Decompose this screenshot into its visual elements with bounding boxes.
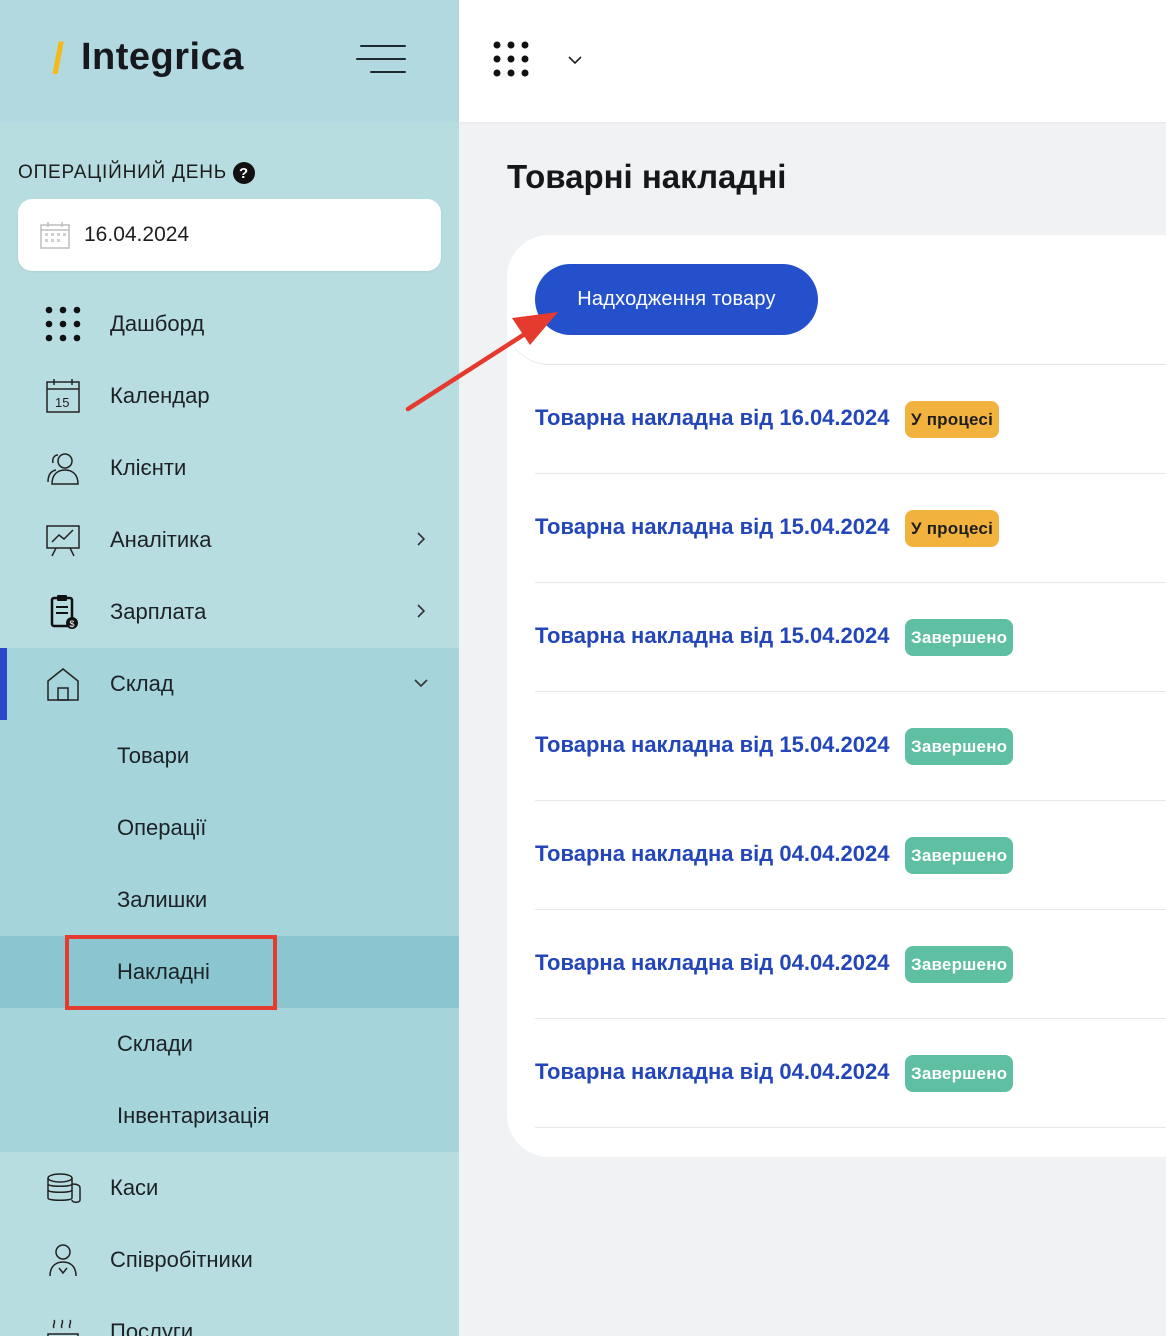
menu-toggle-icon[interactable] [356, 42, 406, 76]
sidebar-item-calendar[interactable]: 15 Календар [0, 360, 459, 432]
clients-icon [47, 453, 79, 485]
invoice-row: Товарна накладна від 04.04.2024 Завершено [535, 801, 1166, 910]
status-badge: Завершено [905, 1055, 1014, 1092]
sidebar-item-dashboard[interactable]: Дашборд [0, 288, 459, 360]
calendar-small-icon [40, 222, 70, 249]
chevron-down-icon [414, 679, 428, 688]
submenu-item-label: Склади [117, 1031, 193, 1056]
warehouse-icon [47, 668, 79, 701]
chevron-down-icon[interactable] [566, 51, 584, 69]
warehouse-submenu: Товари Операції Залишки Накладні Склади … [0, 648, 459, 1152]
sidebar-item-label: Аналітика [110, 527, 212, 552]
help-icon[interactable]: ? [233, 162, 256, 184]
status-badge: Завершено [905, 619, 1014, 656]
sidebar-item-employees[interactable]: Співробітники [0, 1224, 459, 1296]
sidebar-item-label: Дашборд [110, 311, 205, 336]
status-badge: Завершено [905, 728, 1014, 765]
submenu-item-label: Операції [117, 815, 207, 840]
sidebar-item-label: Клієнти [110, 455, 187, 480]
salary-icon: $ [50, 595, 78, 629]
invoice-link[interactable]: Товарна накладна від 04.04.2024 [535, 1059, 889, 1085]
page-title: Товарні накладні [507, 158, 787, 195]
status-badge: У процесі [905, 401, 999, 438]
invoice-row: Товарна накладна від 04.04.2024 Завершено [535, 910, 1166, 1019]
invoice-link[interactable]: Товарна накладна від 04.04.2024 [535, 841, 889, 867]
dashboard-grid-icon [45, 306, 81, 342]
top-bar [459, 0, 1166, 122]
sidebar-item-label: Зарплата [110, 599, 207, 624]
submenu-item-balances[interactable]: Залишки [0, 864, 459, 936]
analytics-icon [46, 525, 80, 557]
submenu-item-operations[interactable]: Операції [0, 792, 459, 864]
sidebar-item-label: Календар [110, 383, 210, 408]
sidebar-item-label: Каси [110, 1175, 159, 1200]
submenu-item-label: Інвентаризація [117, 1103, 270, 1128]
invoice-link[interactable]: Товарна накладна від 15.04.2024 [535, 732, 889, 758]
chevron-right-icon [417, 532, 426, 546]
invoice-link[interactable]: Товарна накладна від 15.04.2024 [535, 514, 889, 540]
status-badge: У процесі [905, 510, 999, 547]
sidebar-item-clients[interactable]: Клієнти [0, 432, 459, 504]
submenu-item-goods[interactable]: Товари [0, 720, 459, 792]
brand-logo-text[interactable]: Integrica [81, 36, 244, 79]
sidebar-item-services[interactable]: Послуги [0, 1296, 459, 1336]
chevron-right-icon [417, 604, 426, 618]
submenu-item-label: Залишки [117, 887, 208, 912]
invoice-row: Товарна накладна від 16.04.2024 У процесі [535, 365, 1166, 474]
invoice-row: Товарна накладна від 15.04.2024 Завершено [535, 692, 1166, 801]
status-badge: Завершено [905, 837, 1014, 874]
employees-icon [49, 1244, 77, 1277]
invoice-row: Товарна накладна від 15.04.2024 Завершено [535, 583, 1166, 692]
svg-text:$: $ [70, 619, 75, 629]
calendar-icon: 15 [46, 379, 80, 413]
svg-text:15: 15 [55, 395, 69, 410]
status-badge: Завершено [905, 946, 1014, 983]
card-header: Надходження товару [507, 235, 1166, 365]
submenu-item-warehouses[interactable]: Склади [0, 1008, 459, 1080]
apps-grid-icon[interactable] [493, 41, 529, 77]
sidebar-item-label: Співробітники [110, 1247, 253, 1272]
goods-receipt-button[interactable]: Надходження товару [535, 264, 818, 335]
invoice-list-card: Надходження товару Товарна накладна від … [507, 235, 1166, 1157]
invoice-link[interactable]: Товарна накладна від 04.04.2024 [535, 950, 889, 976]
brand-slash: / [52, 34, 65, 83]
submenu-item-inventory[interactable]: Інвентаризація [0, 1080, 459, 1152]
sidebar: / Integrica ОПЕРАЦІЙНИЙ ДЕНЬ ? 16.04.202… [0, 0, 459, 1336]
cash-icon [47, 1173, 81, 1203]
date-value: 16.04.2024 [84, 223, 190, 246]
brand-header: / Integrica [0, 0, 459, 122]
sidebar-item-label: Склад [110, 671, 174, 696]
sidebar-item-salary[interactable]: $ Зарплата [0, 576, 459, 648]
sidebar-item-analytics[interactable]: Аналітика [0, 504, 459, 576]
invoice-link[interactable]: Товарна накладна від 15.04.2024 [535, 623, 889, 649]
date-picker-field[interactable]: 16.04.2024 [18, 199, 441, 271]
invoice-row: Товарна накладна від 04.04.2024 Завершено [535, 1019, 1166, 1128]
invoice-row: Товарна накладна від 15.04.2024 У процесі [535, 474, 1166, 583]
operational-day-label: ОПЕРАЦІЙНИЙ ДЕНЬ ? [18, 162, 256, 184]
sidebar-item-warehouse[interactable]: Склад [0, 648, 459, 720]
services-icon [47, 1319, 79, 1336]
submenu-item-label: Товари [117, 743, 190, 768]
annotation-highlight-box [65, 935, 277, 1010]
sidebar-item-label: Послуги [110, 1319, 194, 1336]
operational-day-text: ОПЕРАЦІЙНИЙ ДЕНЬ [18, 162, 228, 183]
sidebar-item-cash[interactable]: Каси [0, 1152, 459, 1224]
invoice-link[interactable]: Товарна накладна від 16.04.2024 [535, 405, 889, 431]
